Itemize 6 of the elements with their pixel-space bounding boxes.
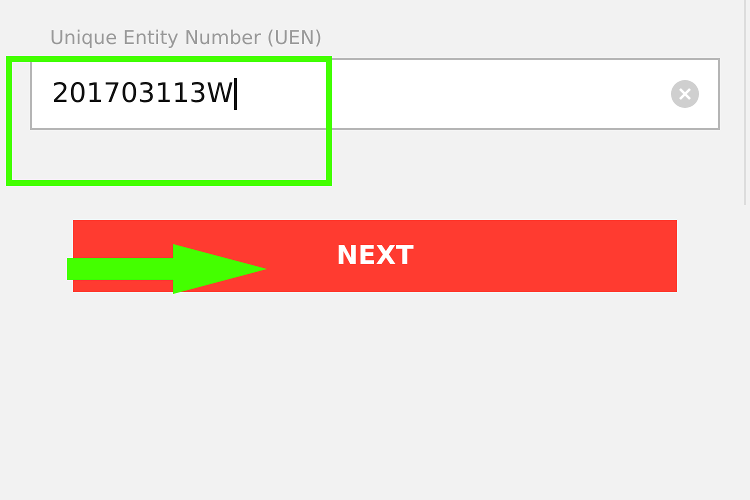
next-button[interactable]: NEXT (73, 220, 677, 292)
input-field[interactable]: 201703113W (30, 58, 720, 130)
clear-icon[interactable] (670, 79, 700, 109)
field-label: Unique Entity Number (UEN) (49, 26, 323, 51)
arrow-icon (67, 244, 269, 294)
field-value: 201703113W (52, 76, 234, 111)
